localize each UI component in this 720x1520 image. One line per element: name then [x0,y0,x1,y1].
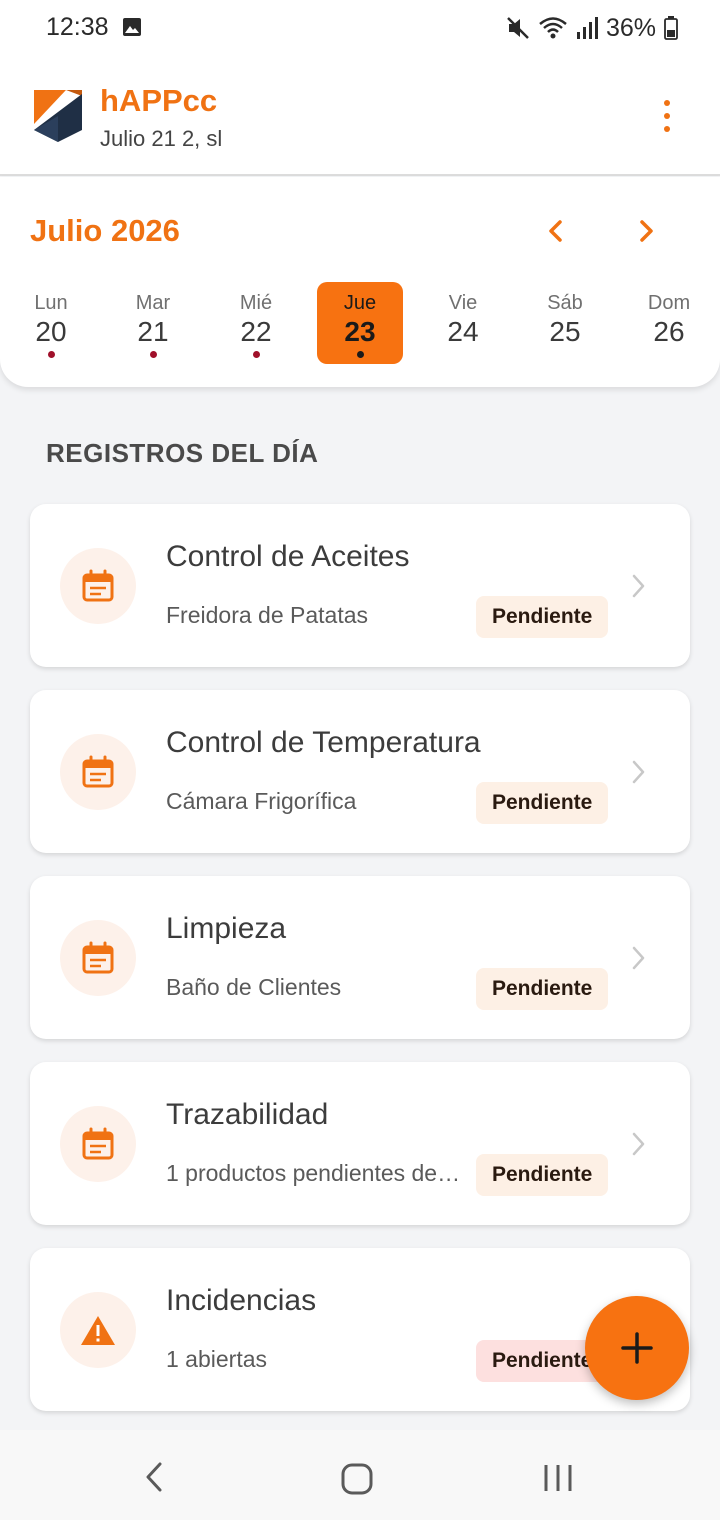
record-subtitle: Baño de Clientes [166,974,342,1000]
status-badge: Pendiente [476,782,609,824]
record-card[interactable]: Limpieza Baño de Clientes Pendiente [30,876,690,1039]
record-card[interactable]: Control de Temperatura Cámara Frigorífica… [30,690,690,853]
event-dot [149,351,157,358]
record-title: Limpieza [166,912,287,945]
record-title: Control de Aceites [166,540,410,573]
event-dot [252,351,260,358]
day-name: Vie [448,292,478,314]
app-title: hAPPcc [100,83,218,118]
record-card[interactable]: Control de Aceites Freidora de Patatas Pen… [30,504,690,667]
day-name: Mié [239,292,273,314]
record-subtitle: 1 abiertas [166,1346,268,1372]
day-number: 24 [447,316,479,347]
status-badge: Pendiente [476,596,609,638]
chevron-right-icon [632,760,645,784]
chevron-right-icon [632,1132,645,1156]
chevron-right-icon [632,946,645,970]
battery-icon [664,16,678,40]
app-header: hAPPcc Julio 21 2, sl [0,56,720,176]
day-vie[interactable]: Vie 24 [420,282,506,364]
day-number: 20 [35,316,67,347]
calendar-icon [60,734,136,810]
day-number: 25 [549,316,581,347]
more-options-button[interactable] [652,96,682,136]
record-subtitle: Freidora de Patatas [166,602,369,628]
event-dot [47,351,55,358]
day-sáb[interactable]: Sáb 25 [522,282,608,364]
day-number: 21 [137,316,169,347]
record-title: Incidencias [166,1284,317,1317]
mute-icon [507,17,529,39]
status-badge: Pendiente [476,968,609,1010]
battery-percentage: 36% [605,13,656,42]
day-mar[interactable]: Mar 21 [110,282,196,364]
signal-icon [576,17,598,39]
event-dot [356,351,364,358]
system-nav-bar [0,1430,720,1520]
dot-icon [664,126,670,132]
month-label: Julio 2026 [30,213,180,248]
day-dom[interactable]: Dom 26 [626,282,712,364]
day-number: 23 [344,316,376,347]
day-name: Sáb [547,292,583,314]
record-title: Trazabilidad [166,1098,329,1131]
day-number: 26 [653,316,685,347]
chevron-right-icon[interactable] [630,215,662,247]
calendar-icon [60,1106,136,1182]
chevron-right-icon [632,574,645,598]
day-mié[interactable]: Mié 22 [213,282,299,364]
record-title: Control de Temperatura [166,726,481,759]
section-title: REGISTROS DEL DÍA [46,438,319,468]
record-subtitle: Cámara Frigorífica [166,788,357,814]
day-jue[interactable]: Jue 23 [317,282,403,364]
home-icon[interactable] [340,1462,374,1496]
chevron-left-icon[interactable] [540,215,572,247]
day-name: Lun [34,292,68,314]
recents-icon[interactable] [542,1463,574,1493]
record-subtitle: 1 productos pendientes de registrar [166,1160,462,1186]
back-icon[interactable] [140,1460,170,1494]
plus-icon [621,1332,653,1364]
status-badge: Pendiente [476,1154,609,1196]
wifi-icon [539,17,567,39]
status-time: 12:38 [46,13,109,41]
image-icon [123,18,141,36]
calendar-icon [60,920,136,996]
app-subtitle: Julio 21 2, sl [100,126,223,151]
week-calendar: Julio 2026 Lun 20 Mar 21 Mié 22 Jue 23 Vie 24 Sáb 2… [0,177,720,387]
day-number: 22 [240,316,272,347]
app-logo [34,90,82,142]
dot-icon [664,100,670,106]
calendar-icon [60,548,136,624]
day-lun[interactable]: Lun 20 [8,282,94,364]
add-record-button[interactable] [585,1296,689,1400]
record-card[interactable]: Trazabilidad 1 productos pendientes de re… [30,1062,690,1225]
status-bar: 12:38 36% [0,0,720,56]
status-icons: 36% [506,12,678,44]
dot-icon [664,113,670,119]
day-name: Dom [647,292,691,314]
day-name: Jue [343,292,377,314]
warning-icon [60,1292,136,1368]
day-name: Mar [135,292,171,314]
